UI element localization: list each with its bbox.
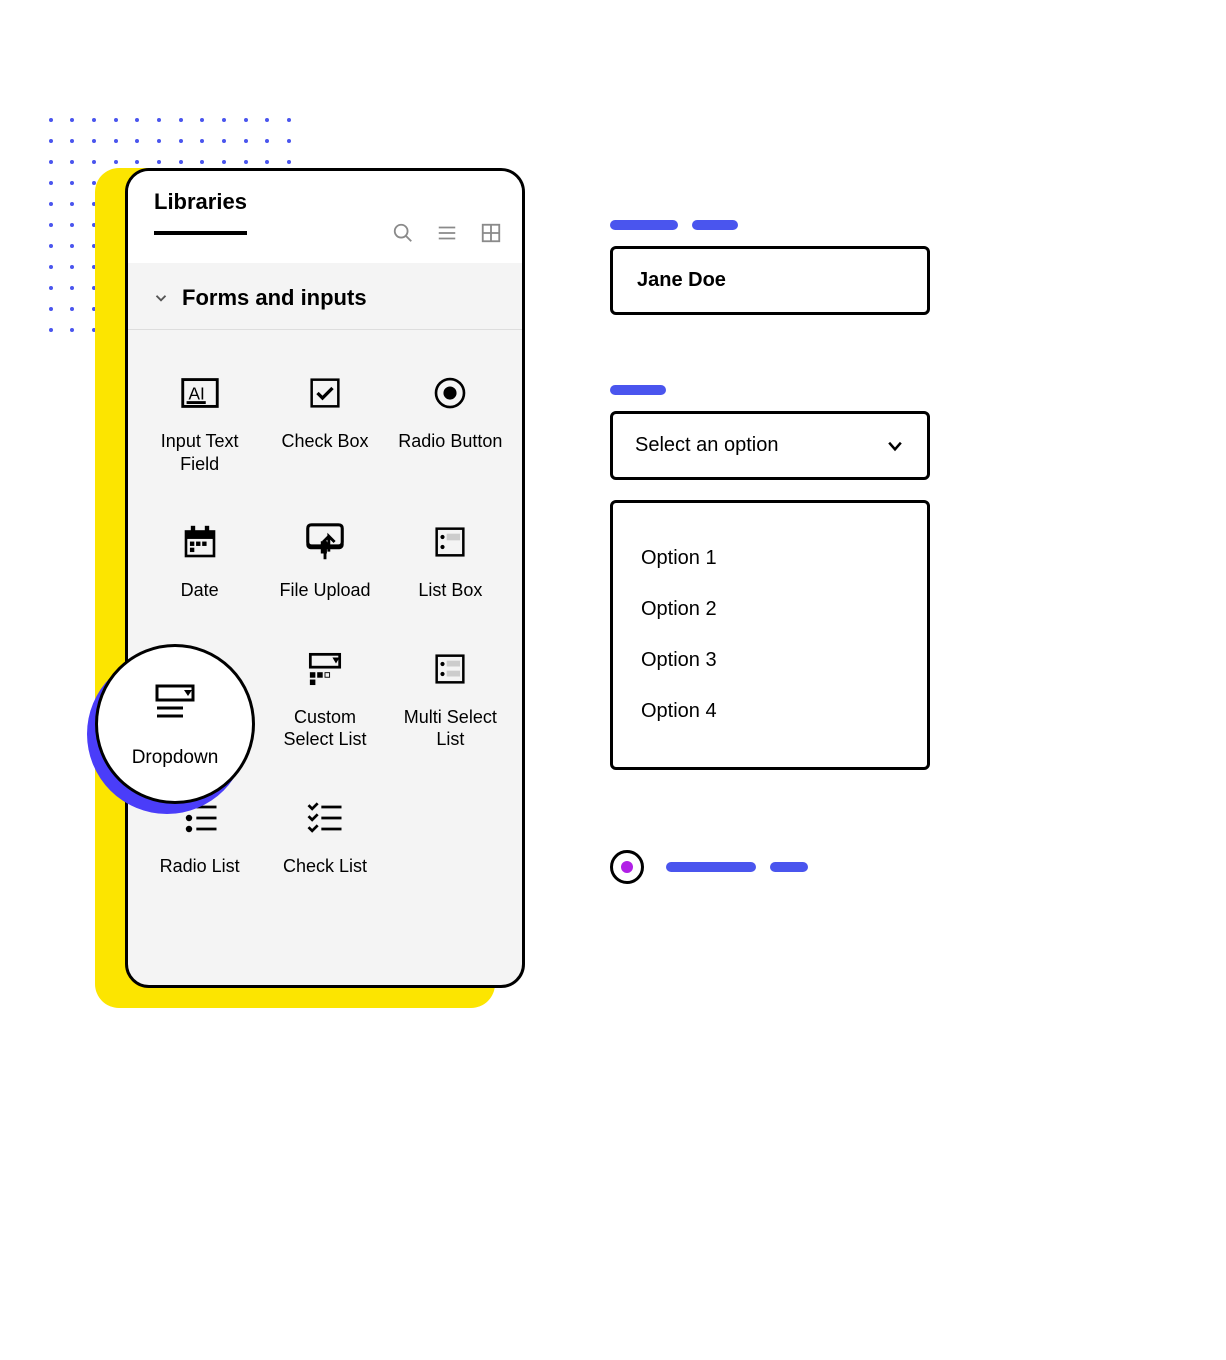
lib-item-date[interactable]: Date: [142, 519, 257, 602]
lib-item-list-box[interactable]: List Box: [393, 519, 508, 602]
text-input-example[interactable]: Jane Doe: [610, 246, 930, 315]
lib-item-custom-select-list[interactable]: Custom Select List: [267, 646, 382, 751]
multi-select-list-icon: [427, 646, 473, 692]
text-input-value: Jane Doe: [637, 269, 726, 291]
checkbox-icon: [302, 370, 348, 416]
lib-item-label: Check List: [283, 855, 367, 878]
radio-label-placeholder: [666, 862, 808, 872]
lib-item-dropdown-highlighted[interactable]: Dropdown: [95, 644, 255, 804]
lib-item-radio-button[interactable]: Radio Button: [393, 370, 508, 475]
lib-item-label: Date: [181, 579, 219, 602]
lib-item-label: List Box: [418, 579, 482, 602]
file-upload-icon: [302, 519, 348, 565]
lib-item-label: Input Text Field: [142, 430, 257, 475]
select-placeholder: Select an option: [635, 434, 778, 457]
chevron-down-icon: [885, 436, 905, 456]
chevron-down-icon: [152, 289, 170, 307]
lib-item-check-list[interactable]: Check List: [267, 795, 382, 878]
search-icon[interactable]: [392, 222, 414, 249]
lib-item-check-box[interactable]: Check Box: [267, 370, 382, 475]
lib-item-label: Radio Button: [398, 430, 502, 453]
lib-item-label: Radio List: [160, 855, 240, 878]
radio-indicator: [610, 850, 644, 884]
select-option[interactable]: Option 1: [641, 533, 899, 584]
section-title: Forms and inputs: [182, 285, 367, 311]
select-label-placeholder: [610, 385, 940, 395]
lib-item-label: File Upload: [279, 579, 370, 602]
select-dropdown-example[interactable]: Select an option: [610, 411, 930, 480]
list-view-icon[interactable]: [436, 222, 458, 249]
custom-select-list-icon: [302, 646, 348, 692]
select-options-panel: Option 1 Option 2 Option 3 Option 4: [610, 500, 930, 770]
lib-item-multi-select-list[interactable]: Multi Select List: [393, 646, 508, 751]
radio-example[interactable]: [610, 850, 940, 884]
check-list-icon: [302, 795, 348, 841]
select-option[interactable]: Option 4: [641, 686, 899, 737]
radio-button-icon: [427, 370, 473, 416]
svg-text:AI: AI: [188, 384, 204, 404]
date-icon: [177, 519, 223, 565]
lib-item-input-text-field[interactable]: AI Input Text Field: [142, 370, 257, 475]
select-option[interactable]: Option 2: [641, 584, 899, 635]
dropdown-icon: [151, 680, 199, 733]
input-label-placeholder: [610, 220, 940, 230]
lib-item-file-upload[interactable]: File Upload: [267, 519, 382, 602]
list-box-icon: [427, 519, 473, 565]
lib-item-label: Custom Select List: [267, 706, 382, 751]
input-text-field-icon: AI: [177, 370, 223, 416]
panel-header: Libraries: [128, 171, 522, 263]
grid-view-icon[interactable]: [480, 222, 502, 249]
panel-title: Libraries: [154, 189, 247, 235]
select-option[interactable]: Option 3: [641, 635, 899, 686]
lib-item-label: Multi Select List: [393, 706, 508, 751]
libraries-panel: Libraries Forms and inputs AI: [125, 168, 525, 988]
lib-item-label: Dropdown: [132, 747, 219, 769]
lib-item-label: Check Box: [281, 430, 368, 453]
section-header[interactable]: Forms and inputs: [128, 263, 522, 330]
